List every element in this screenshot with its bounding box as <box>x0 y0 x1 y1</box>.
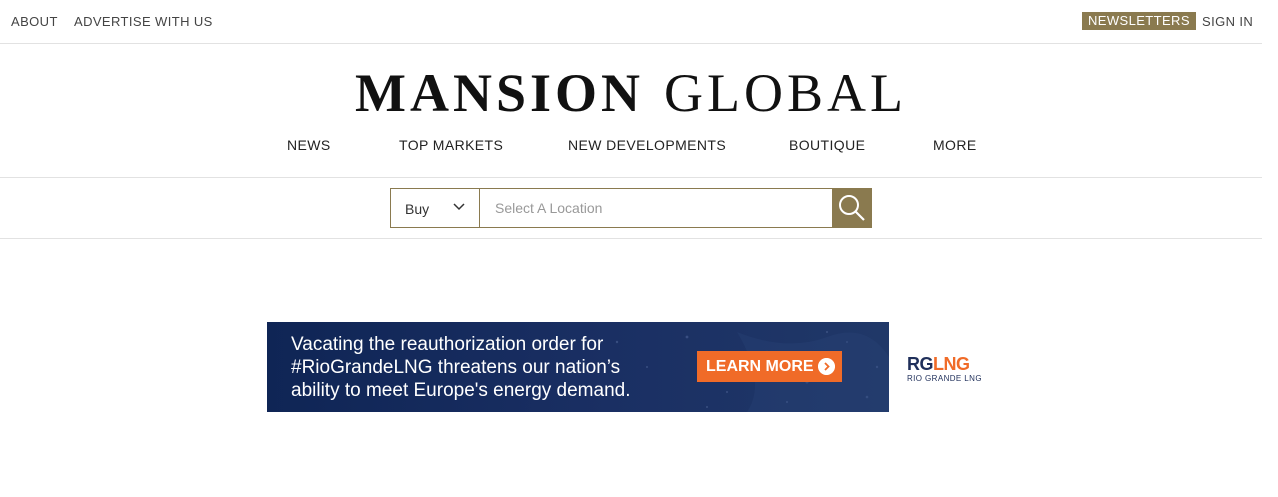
select-value: Buy <box>405 201 430 217</box>
search-icon <box>839 195 865 221</box>
rio-grande-lng-logo[interactable]: RGLNG RIO GRANDE LNG <box>907 354 987 384</box>
chevron-right-icon <box>818 358 835 375</box>
location-input[interactable] <box>479 188 847 228</box>
logo-word-mansion: MANSION <box>355 63 645 123</box>
nav-divider <box>0 177 1262 178</box>
ad-line-3: ability to meet Europe's energy demand. <box>291 380 631 401</box>
site-logo[interactable]: MANSION GLOBAL <box>0 62 1262 124</box>
advertisement-banner[interactable]: Vacating the reauthorization order for #… <box>267 322 889 412</box>
about-link[interactable]: ABOUT <box>11 14 58 29</box>
buy-rent-select[interactable]: Buy <box>390 188 479 228</box>
location-search: Buy <box>390 188 872 228</box>
nav-top-markets[interactable]: TOP MARKETS <box>399 137 503 153</box>
logo-word-global: GLOBAL <box>664 63 907 123</box>
learn-more-label: LEARN MORE <box>706 358 814 375</box>
brand-lng: LNG <box>933 354 970 374</box>
search-button[interactable] <box>832 188 872 228</box>
brand-subtitle: RIO GRANDE LNG <box>907 374 982 383</box>
brand-mark: RGLNG <box>907 354 970 375</box>
brand-rg: RG <box>907 354 934 374</box>
search-divider <box>0 238 1262 239</box>
advertise-link[interactable]: ADVERTISE WITH US <box>74 14 213 29</box>
nav-news[interactable]: NEWS <box>287 137 331 153</box>
ad-message: Vacating the reauthorization order for #… <box>291 333 691 402</box>
nav-more[interactable]: MORE <box>933 137 977 153</box>
nav-boutique[interactable]: BOUTIQUE <box>789 137 865 153</box>
learn-more-button[interactable]: LEARN MORE <box>697 351 842 382</box>
ad-line-1: Vacating the reauthorization order for <box>291 334 604 355</box>
main-nav: NEWS TOP MARKETS NEW DEVELOPMENTS BOUTIQ… <box>0 137 1262 157</box>
top-bar: ABOUT ADVERTISE WITH US NEWSLETTERS SIGN… <box>0 0 1262 44</box>
sign-in-link[interactable]: SIGN IN <box>1202 14 1253 29</box>
nav-new-developments[interactable]: NEW DEVELOPMENTS <box>568 137 726 153</box>
ad-line-2: #RioGrandeLNG threatens our nation’s <box>291 357 621 378</box>
chevron-down-icon <box>453 203 465 211</box>
newsletters-button[interactable]: NEWSLETTERS <box>1082 12 1196 30</box>
